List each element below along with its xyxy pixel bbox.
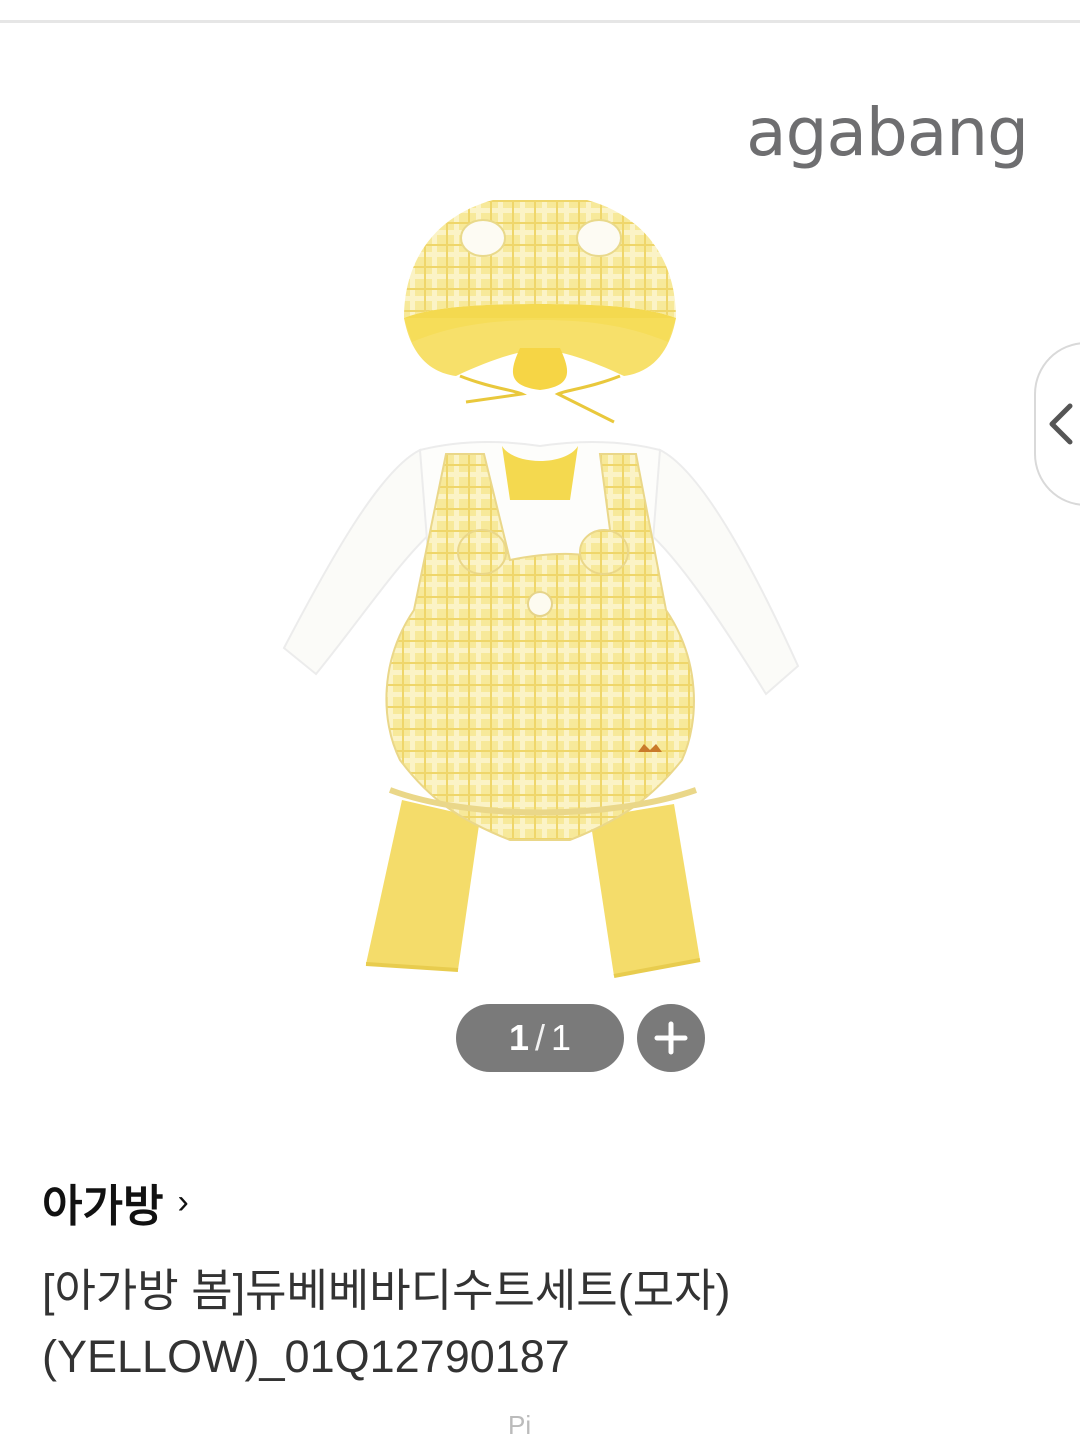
brand-link[interactable]: 아가방 › [42, 1170, 189, 1234]
pager-total: 1 [551, 1017, 572, 1058]
product-title-line2: (YELLOW)_01Q12790187 [42, 1331, 570, 1382]
top-divider [0, 20, 1080, 23]
product-image-gallery[interactable]: agabang 1 / 1 [0, 24, 1080, 1104]
zoom-button[interactable] [637, 1004, 705, 1072]
brand-name: 아가방 [42, 1182, 164, 1231]
image-pager: 1 / 1 [456, 1004, 624, 1072]
pager-current: 1 [508, 1017, 529, 1058]
chevron-right-icon: › [177, 1182, 189, 1221]
pager-separator: / [534, 1017, 545, 1058]
product-title-line1: [아가방 봄]듀베베바디수트세트(모자) [42, 1265, 731, 1316]
bonnet-image [404, 200, 676, 424]
gallery-prev-button[interactable] [1034, 342, 1080, 506]
plus-icon [654, 1021, 688, 1055]
product-image[interactable] [270, 200, 810, 1000]
chevron-left-icon [1049, 403, 1073, 445]
brand-logo: agabang [746, 94, 1029, 171]
product-title: [아가방 봄]듀베베바디수트세트(모자) (YELLOW)_01Q1279018… [42, 1258, 1042, 1390]
